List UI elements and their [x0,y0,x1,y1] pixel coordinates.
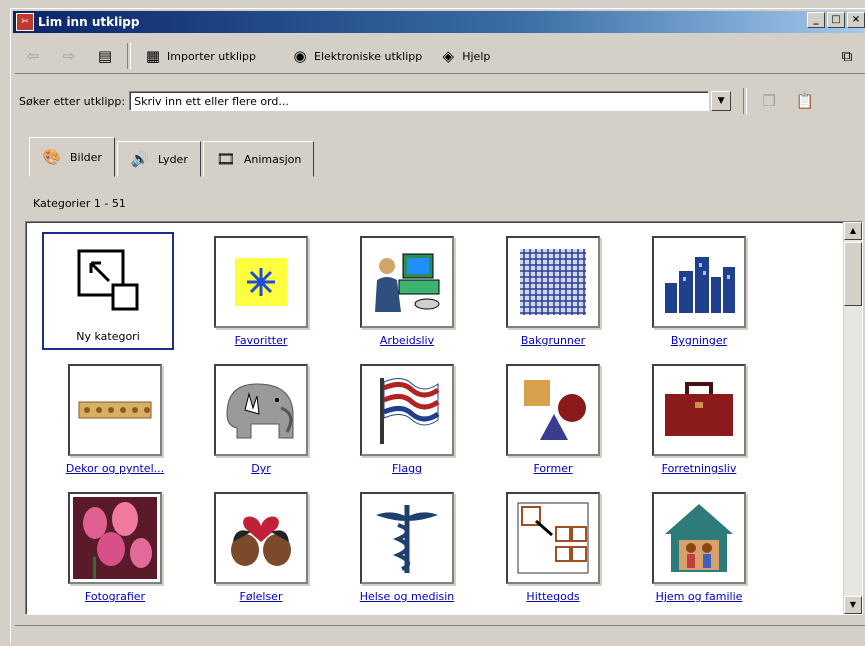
category-label[interactable]: Bygninger [671,334,727,347]
maximize-button[interactable]: □ [827,12,845,28]
search-separator [743,88,748,114]
star-icon [214,236,308,328]
tab-pictures[interactable]: 🎨 Bilder [29,137,115,177]
category-label[interactable]: Fotografier [85,590,145,603]
back-button[interactable]: ⇦ [15,43,51,69]
forward-arrow-icon: ⇨ [62,47,76,65]
boxes-icon [506,492,600,584]
category-item[interactable]: Dyr [188,360,334,488]
category-gallery: Ny kategori Favoritter Arbeidsliv Bakgrunne… [25,221,863,615]
tab-label: Bilder [70,150,102,164]
category-item[interactable]: Bakgrunner [480,232,626,360]
copy-button[interactable]: ❐ [751,88,787,114]
category-label[interactable]: Helse og medisin [360,590,455,603]
couple-heart-icon [214,492,308,584]
tab-sounds[interactable]: 🔊 Lyder [116,141,201,177]
category-label[interactable]: Dyr [251,462,271,475]
toolbar: ⇦ ⇨ ▤ ▦ Importer utklipp ◉ Elektroniske … [15,39,865,74]
forward-button[interactable]: ⇨ [51,43,87,69]
new-category-icon [63,236,153,324]
computer-user-icon [360,236,454,328]
category-item[interactable]: Former [480,360,626,488]
scroll-down-button[interactable]: ▼ [844,596,862,614]
window-title: Lim inn utklipp [38,15,140,29]
flag-icon [360,364,454,456]
search-dropdown-button[interactable]: ▼ [711,91,732,111]
list-view-icon: ▤ [97,47,113,65]
tab-label: Animasjon [243,152,302,166]
import-clips-button[interactable]: ▦ Importer utklipp [135,43,264,69]
category-item[interactable]: Flagg [334,360,480,488]
category-label: Ny kategori [76,330,140,343]
vertical-scrollbar[interactable]: ▲ ▼ [843,222,862,614]
pictures-icon: 🎨 [42,148,62,166]
category-label[interactable]: Favoritter [235,334,288,347]
tulips-photo-icon [68,492,162,584]
category-label[interactable]: Følelser [240,590,283,603]
category-item[interactable]: Bygninger [626,232,772,360]
sounds-icon: 🔊 [130,150,150,168]
search-bar: Søker etter utklipp: Skriv inn ett eller… [15,87,865,115]
import-clips-label: Importer utklipp [167,49,257,63]
help-button[interactable]: ◈ Hjelp [430,43,498,69]
clip-art-window: ✂ Lim inn utklipp _ □ × ⇦ ⇨ ▤ ▦ Importer… [10,8,865,643]
briefcase-icon [652,364,746,456]
category-label[interactable]: Arbeidsliv [380,334,434,347]
search-input[interactable]: Skriv inn ett eller flere ord... [129,91,710,111]
window-controls: _ □ × [807,12,865,28]
category-label[interactable]: Forretningsliv [662,462,737,475]
category-item[interactable]: Følelser [188,488,334,614]
category-label[interactable]: Former [534,462,573,475]
category-label[interactable]: Flagg [392,462,422,475]
list-view-button[interactable]: ▤ [87,43,123,69]
category-grid: Ny kategori Favoritter Arbeidsliv Bakgrunne… [42,232,772,614]
category-item[interactable]: Ny kategori [42,232,174,350]
category-label[interactable]: Hjem og familie [656,590,743,603]
paste-button[interactable]: 📋 [787,88,823,114]
help-label: Hjelp [462,49,491,63]
search-label: Søker etter utklipp: [19,94,126,108]
category-item[interactable]: Hitteqods [480,488,626,614]
close-button[interactable]: × [847,12,865,28]
online-clips-label: Elektroniske utklipp [314,49,423,63]
back-arrow-icon: ⇦ [26,47,40,65]
category-count: Kategorier 1 - 51 [33,197,126,210]
category-item[interactable]: Arbeidsliv [334,232,480,360]
tab-strip: 🎨 Bilder 🔊 Lyder 🎞 Animasjon [29,137,316,177]
ribbon-icon [68,364,162,456]
category-item[interactable]: Helse og medisin [334,488,480,614]
copy-icon: ❐ [762,92,776,110]
import-icon: ▦ [145,47,161,65]
category-item[interactable]: Fotografier [42,488,188,614]
help-icon: ◈ [442,47,454,65]
globe-icon: ◉ [293,47,307,65]
tab-label: Lyder [157,152,188,166]
category-item[interactable]: Dekor og pyntel... [42,360,188,488]
category-label[interactable]: Dekor og pyntel... [66,462,164,475]
category-item[interactable]: Forretningsliv [626,360,772,488]
app-icon: ✂ [16,13,34,31]
house-family-icon [652,492,746,584]
online-clips-button[interactable]: ◉ Elektroniske utklipp [282,43,430,69]
scroll-up-button[interactable]: ▲ [844,222,862,240]
shapes-icon [506,364,600,456]
skyline-icon [652,236,746,328]
grid-pattern-icon [506,236,600,328]
small-window-icon: ⧉ [841,47,853,65]
title-bar[interactable]: ✂ Lim inn utklipp _ □ × [13,11,865,33]
category-label[interactable]: Hitteqods [526,590,579,603]
category-item[interactable]: Favoritter [188,232,334,360]
paste-icon: 📋 [795,92,815,110]
tab-animations[interactable]: 🎞 Animasjon [202,141,315,177]
elephant-icon [214,364,308,456]
scroll-thumb[interactable] [844,242,862,306]
animation-icon: 🎞 [216,150,236,168]
minimize-button[interactable]: _ [807,12,825,28]
category-item[interactable]: Hjem og familie [626,488,772,614]
change-to-small-window-button[interactable]: ⧉ [829,43,865,69]
toolbar-separator [127,43,131,69]
caduceus-icon [360,492,454,584]
category-label[interactable]: Bakgrunner [521,334,585,347]
